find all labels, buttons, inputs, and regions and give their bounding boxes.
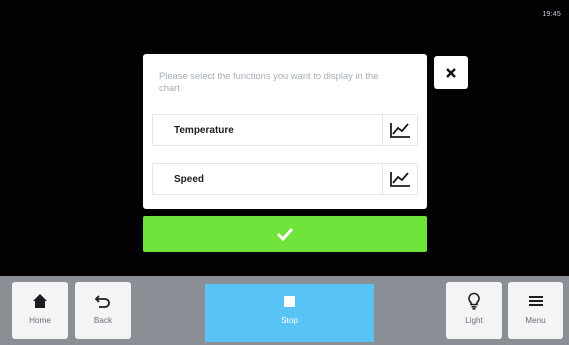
stop-label: Stop — [281, 316, 298, 325]
home-icon — [33, 294, 47, 308]
close-icon — [446, 67, 456, 78]
light-button[interactable]: Light — [446, 282, 502, 339]
hamburger-menu-icon — [528, 296, 543, 306]
back-label: Back — [93, 316, 113, 325]
option-speed[interactable]: Speed — [152, 163, 418, 195]
line-chart-icon — [390, 123, 410, 138]
menu-label: Menu — [525, 316, 546, 325]
option-label: Speed — [174, 174, 205, 185]
line-chart-icon — [390, 172, 410, 187]
dialog-title: Please select the functions you want to … — [159, 70, 379, 93]
status-time: 19:45 — [542, 11, 561, 18]
confirm-button[interactable] — [143, 216, 427, 252]
stop-icon — [284, 296, 295, 307]
back-button[interactable]: Back — [75, 282, 131, 339]
screen: 19:45 Please select the functions you wa… — [0, 0, 569, 345]
menu-button[interactable]: Menu — [508, 282, 563, 339]
speed-chart-toggle[interactable] — [382, 164, 417, 194]
stop-button[interactable]: Stop — [205, 284, 374, 342]
close-button[interactable] — [434, 56, 468, 89]
back-icon — [95, 295, 110, 308]
checkmark-icon — [276, 227, 294, 241]
lightbulb-icon — [468, 292, 480, 310]
option-temperature[interactable]: Temperature — [152, 114, 418, 146]
home-label: Home — [29, 316, 51, 325]
home-button[interactable]: Home — [12, 282, 68, 339]
option-label: Temperature — [174, 125, 234, 136]
temperature-chart-toggle[interactable] — [382, 115, 417, 145]
light-label: Light — [465, 316, 483, 325]
chart-functions-dialog: Please select the functions you want to … — [143, 54, 427, 209]
